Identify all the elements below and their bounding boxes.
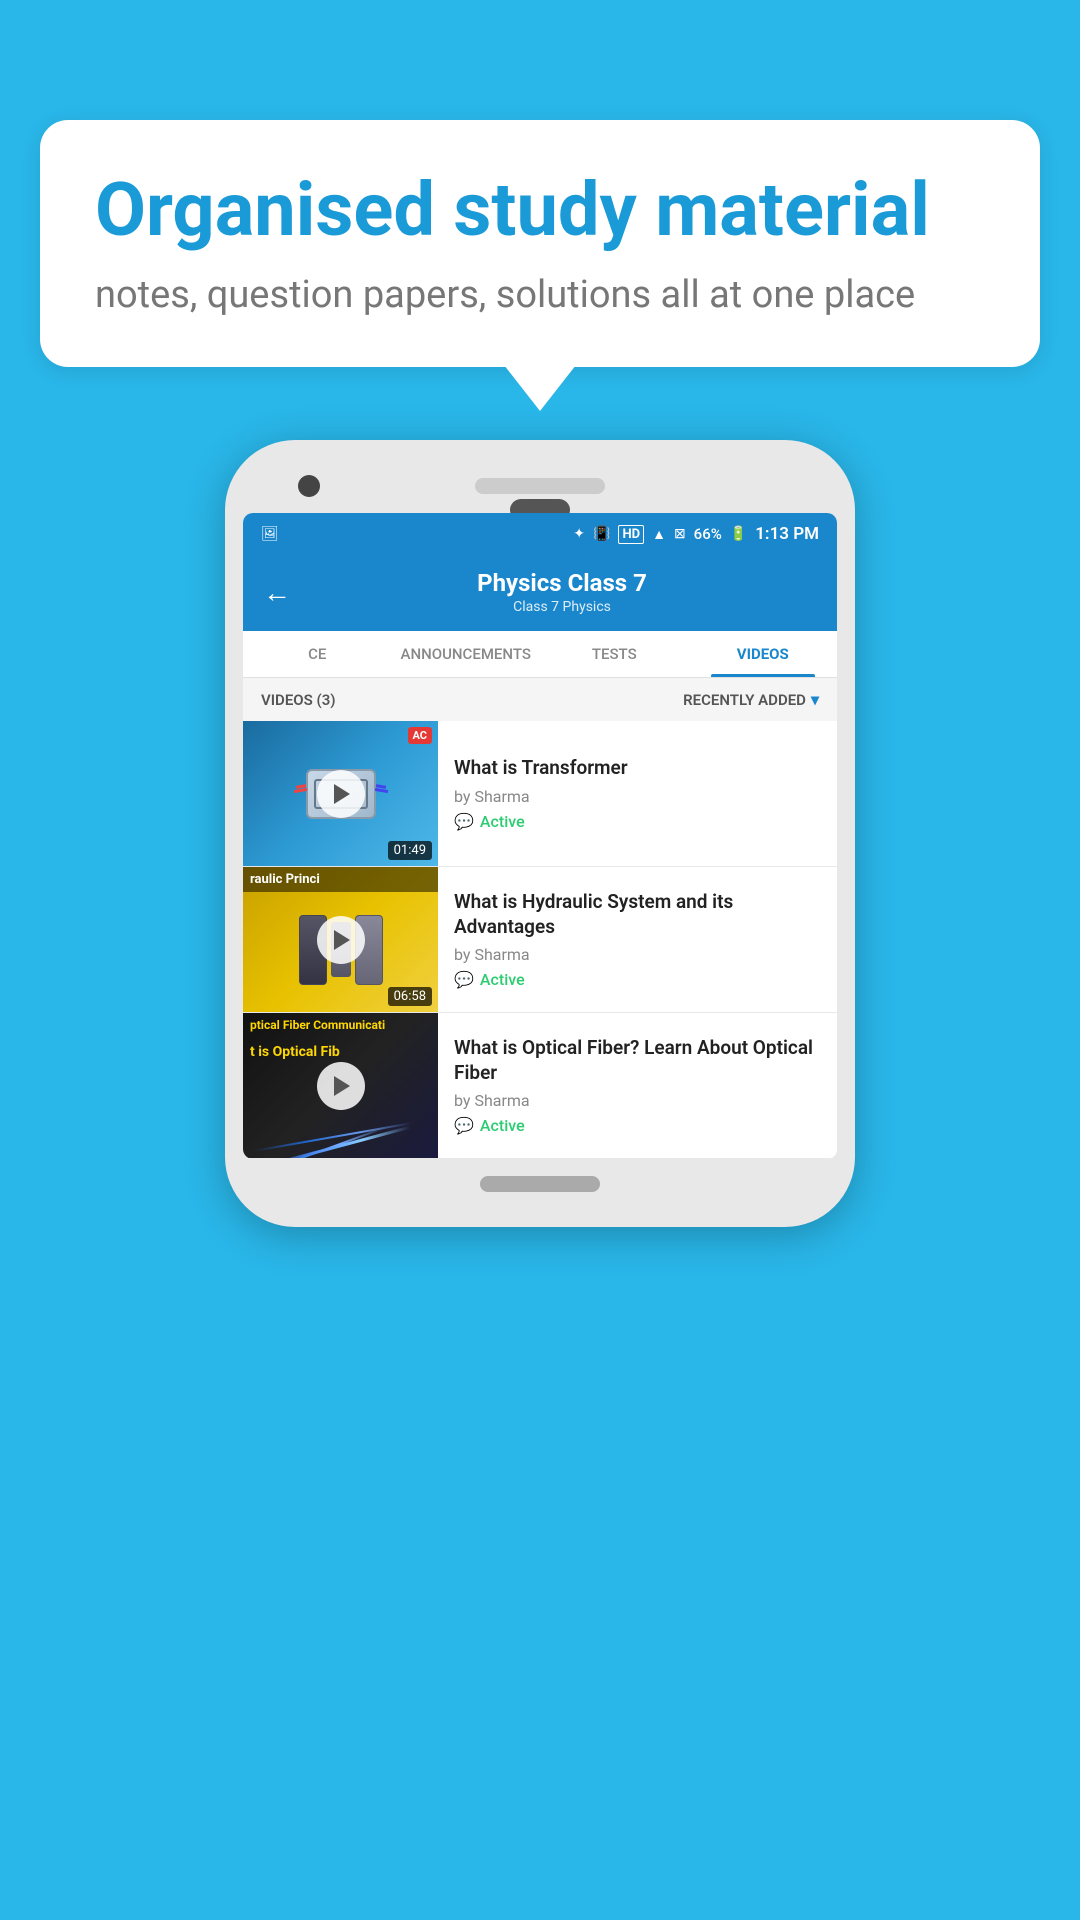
video-item-2[interactable]: raulic Princi 06:58 — [243, 867, 837, 1013]
tab-tests[interactable]: TESTS — [540, 631, 689, 677]
video-info-2: What is Hydraulic System and its Advanta… — [438, 867, 837, 1012]
bubble-subtitle: notes, question papers, solutions all at… — [95, 273, 985, 317]
filter-bar: VIDEOS (3) RECENTLY ADDED ▾ — [243, 678, 837, 721]
wifi-icon: ▲ — [652, 526, 666, 543]
sort-button[interactable]: RECENTLY ADDED ▾ — [683, 690, 819, 709]
optical-overlay-text1: ptical Fiber Communicati — [243, 1013, 438, 1037]
video-author-1: by Sharma — [454, 787, 821, 806]
video-title-1: What is Transformer — [454, 756, 821, 781]
back-button[interactable]: ← — [263, 576, 291, 609]
video-thumb-3: ptical Fiber Communicati t is Optical Fi… — [243, 1013, 438, 1158]
tab-ce[interactable]: CE — [243, 631, 392, 677]
tab-bar: CE ANNOUNCEMENTS TESTS VIDEOS — [243, 631, 837, 678]
status-bar: 🖼 ✦ 📳 HD ▲ ⊠ 66% 🔋 1:13 PM — [243, 513, 837, 555]
active-badge-2: 💬 Active — [454, 970, 821, 989]
status-bar-right: ✦ 📳 HD ▲ ⊠ 66% 🔋 1:13 PM — [573, 524, 819, 544]
header-main-title: Physics Class 7 — [307, 569, 817, 597]
sort-label: RECENTLY ADDED — [683, 691, 806, 709]
videos-count: VIDEOS (3) — [261, 691, 336, 709]
signal-icon: ⊠ — [674, 526, 686, 542]
battery-icon: 🔋 — [730, 526, 747, 542]
speaker-bar — [475, 478, 605, 494]
phone-top-bezel — [243, 458, 837, 513]
active-icon-1: 💬 — [454, 812, 474, 831]
vibrate-icon: 📳 — [593, 526, 610, 542]
tab-announcements[interactable]: ANNOUNCEMENTS — [392, 631, 541, 677]
duration-1: 01:49 — [388, 841, 432, 860]
phone-shell: 🖼 ✦ 📳 HD ▲ ⊠ 66% 🔋 1:13 PM ← — [225, 440, 855, 1227]
video-title-2: What is Hydraulic System and its Advanta… — [454, 890, 821, 939]
play-button-2[interactable] — [317, 916, 365, 964]
video-item-1[interactable]: AC 01:49 What is Transformer by Sharma 💬 — [243, 721, 837, 867]
tab-videos[interactable]: VIDEOS — [689, 631, 838, 677]
video-author-3: by Sharma — [454, 1091, 821, 1110]
hydraulic-overlay-text: raulic Princi — [243, 867, 438, 892]
active-badge-1: 💬 Active — [454, 812, 821, 831]
video-item-3[interactable]: ptical Fiber Communicati t is Optical Fi… — [243, 1013, 837, 1159]
video-author-2: by Sharma — [454, 945, 821, 964]
active-icon-2: 💬 — [454, 970, 474, 989]
header-title-block: Physics Class 7 Class 7 Physics — [307, 569, 817, 615]
phone-bottom-bezel — [243, 1159, 837, 1209]
battery-percent: 66% — [694, 525, 722, 543]
clock: 1:13 PM — [755, 524, 819, 544]
video-thumb-2: raulic Princi 06:58 — [243, 867, 438, 1012]
video-info-3: What is Optical Fiber? Learn About Optic… — [438, 1013, 837, 1158]
speech-bubble: Organised study material notes, question… — [40, 120, 1040, 367]
video-thumb-1: AC 01:49 — [243, 721, 438, 866]
duration-2: 06:58 — [388, 987, 432, 1006]
play-button-1[interactable] — [317, 770, 365, 818]
bubble-title: Organised study material — [95, 170, 985, 251]
hd-badge: HD — [618, 525, 644, 544]
video-info-1: What is Transformer by Sharma 💬 Active — [438, 721, 837, 866]
image-icon: 🖼 — [261, 526, 279, 542]
phone-device: 🖼 ✦ 📳 HD ▲ ⊠ 66% 🔋 1:13 PM ← — [225, 440, 855, 1227]
app-header: ← Physics Class 7 Class 7 Physics — [243, 555, 837, 631]
bluetooth-icon: ✦ — [573, 526, 585, 542]
camera-icon — [298, 475, 320, 497]
home-indicator[interactable] — [480, 1176, 600, 1192]
status-bar-left: 🖼 — [261, 526, 279, 542]
video-title-3: What is Optical Fiber? Learn About Optic… — [454, 1036, 821, 1085]
ac-tag-1: AC — [408, 727, 433, 744]
play-button-3[interactable] — [317, 1062, 365, 1110]
chevron-down-icon: ▾ — [811, 690, 819, 709]
phone-screen: 🖼 ✦ 📳 HD ▲ ⊠ 66% 🔋 1:13 PM ← — [243, 513, 837, 1159]
active-badge-3: 💬 Active — [454, 1116, 821, 1135]
active-icon-3: 💬 — [454, 1116, 474, 1135]
header-breadcrumb: Class 7 Physics — [307, 599, 817, 615]
